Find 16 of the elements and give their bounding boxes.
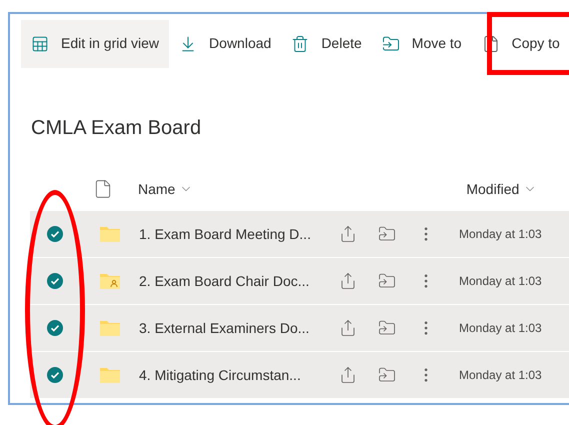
folder-name[interactable]: 4. Mitigating Circumstan... bbox=[139, 364, 337, 386]
modified-date: Monday at 1:03 bbox=[459, 273, 542, 290]
folder-name[interactable]: 3. External Examiners Do... bbox=[139, 318, 337, 338]
modified-date: Monday at 1:03 bbox=[459, 367, 542, 384]
folder-row[interactable]: 3. External Examiners Do... Monday at 1:03 bbox=[30, 305, 569, 351]
modified-date: Monday at 1:03 bbox=[459, 320, 542, 337]
library-title: CMLA Exam Board bbox=[31, 116, 202, 141]
column-header[interactable]: Modified bbox=[466, 178, 538, 200]
folder-row[interactable]: 1. Exam Board Meeting D... Monday at 1:03 bbox=[30, 211, 569, 257]
folder-name[interactable]: 1. Exam Board Meeting D... bbox=[139, 224, 337, 244]
folder-row[interactable]: 4. Mitigating Circumstan... Monday at 1:03 bbox=[30, 352, 569, 398]
column-header[interactable]: Name bbox=[138, 178, 194, 200]
folder-row[interactable]: 2. Exam Board Chair Doc... Monday at 1:03 bbox=[30, 258, 569, 304]
modified-date: Monday at 1:03 bbox=[459, 226, 542, 243]
folder-name[interactable]: 2. Exam Board Chair Doc... bbox=[139, 270, 337, 292]
toolbar-button[interactable]: Edit in grid view bbox=[21, 20, 170, 68]
